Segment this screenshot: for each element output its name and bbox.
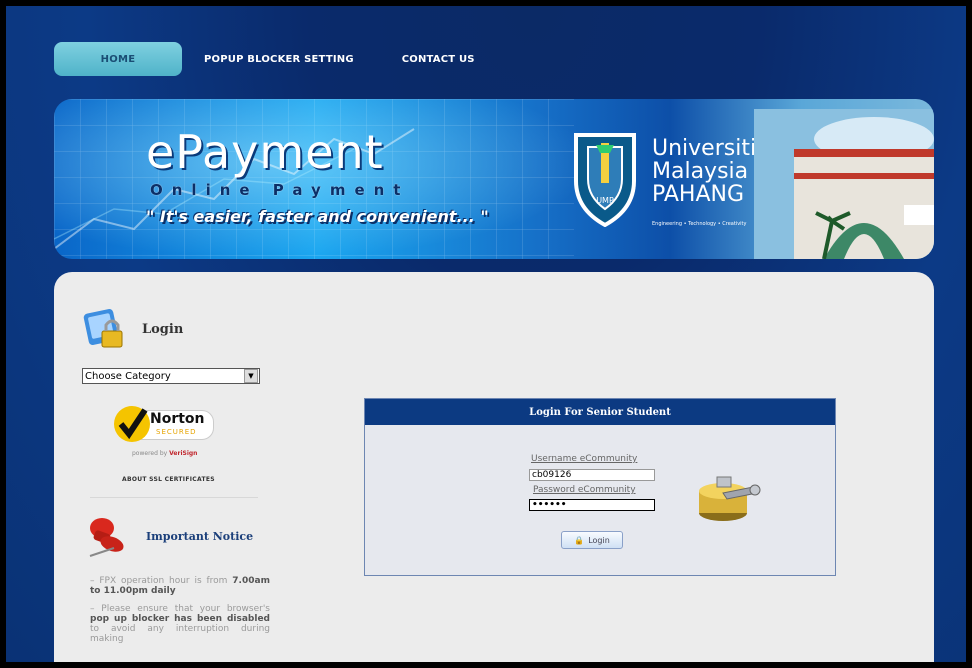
nav-popup-blocker-setting[interactable]: POPUP BLOCKER SETTING xyxy=(204,54,354,65)
university-line-2: Malaysia xyxy=(652,159,749,184)
nav-home[interactable]: HOME xyxy=(54,42,182,76)
campus-building-image xyxy=(754,109,934,259)
university-line-3: PAHANG xyxy=(652,182,745,207)
username-label: Username eCommunity xyxy=(531,454,638,464)
top-nav: HOME POPUP BLOCKER SETTING CONTACT US xyxy=(54,42,475,76)
login-button-label: Login xyxy=(588,535,610,545)
sidebar-divider xyxy=(90,497,258,498)
banner-chart-decoration xyxy=(54,128,415,250)
important-notice-header: Important Notice xyxy=(82,514,270,558)
norton-name: Norton xyxy=(150,411,205,427)
university-name: Universiti Malaysia PAHANG xyxy=(652,137,756,206)
university-line-1: Universiti xyxy=(652,136,757,161)
banner-tagline: " It's easier, faster and convenient... … xyxy=(146,207,489,226)
main-panel: Login Choose Category ▼ Norton SECURED p… xyxy=(54,272,934,662)
password-input[interactable]: •••••• xyxy=(529,499,655,511)
about-ssl-certificates-link[interactable]: ABOUT SSL CERTIFICATES xyxy=(122,476,270,483)
login-lock-icon xyxy=(83,308,123,348)
ump-shield-logo: UMP xyxy=(574,133,636,227)
login-form-body: Username eCommunity cb09126 Password eCo… xyxy=(365,425,835,575)
login-form-title: Login For Senior Student xyxy=(365,399,835,425)
username-input[interactable]: cb09126 xyxy=(529,469,655,481)
notice-item-operation-hour: – FPX operation hour is from 7.00am to 1… xyxy=(90,576,270,596)
login-button-icon: 🔒 xyxy=(574,535,585,545)
norton-secured-seal[interactable]: Norton SECURED powered by VeriSign xyxy=(112,402,222,462)
norton-powered-by: powered by VeriSign xyxy=(132,450,198,457)
checkmark-icon xyxy=(114,406,150,442)
ump-shield-text: UMP xyxy=(596,196,614,205)
category-select-value: Choose Category xyxy=(85,370,171,382)
toolbox-icon xyxy=(699,476,761,521)
login-form-box: Login For Senior Student Username eCommu… xyxy=(364,398,836,576)
pushpin-icon xyxy=(89,518,124,557)
page-frame: HOME POPUP BLOCKER SETTING CONTACT US eP… xyxy=(6,6,966,662)
chevron-down-icon[interactable]: ▼ xyxy=(244,369,258,383)
epayment-banner: ePayment Online Payment " It's easier, f… xyxy=(54,99,934,259)
banner-subtitle: Online Payment xyxy=(150,181,410,199)
login-button[interactable]: 🔒 Login xyxy=(561,531,623,549)
sidebar: Login Choose Category ▼ Norton SECURED p… xyxy=(82,302,270,652)
login-label: Login xyxy=(142,321,184,337)
password-label: Password eCommunity xyxy=(533,485,636,495)
university-motto: Engineering • Technology • Creativity xyxy=(652,221,747,227)
important-notice-title: Important Notice xyxy=(146,529,254,543)
norton-secured-text: SECURED xyxy=(156,428,197,436)
nav-contact-us[interactable]: CONTACT US xyxy=(402,54,475,65)
category-select[interactable]: Choose Category ▼ xyxy=(82,368,260,384)
notice-text: – FPX operation hour is from 7.00am to 1… xyxy=(90,576,270,644)
notice-item-popup-blocker: – Please ensure that your browser's pop … xyxy=(90,604,270,644)
banner-title: ePayment xyxy=(146,125,384,179)
login-section-header: Login xyxy=(82,302,270,356)
